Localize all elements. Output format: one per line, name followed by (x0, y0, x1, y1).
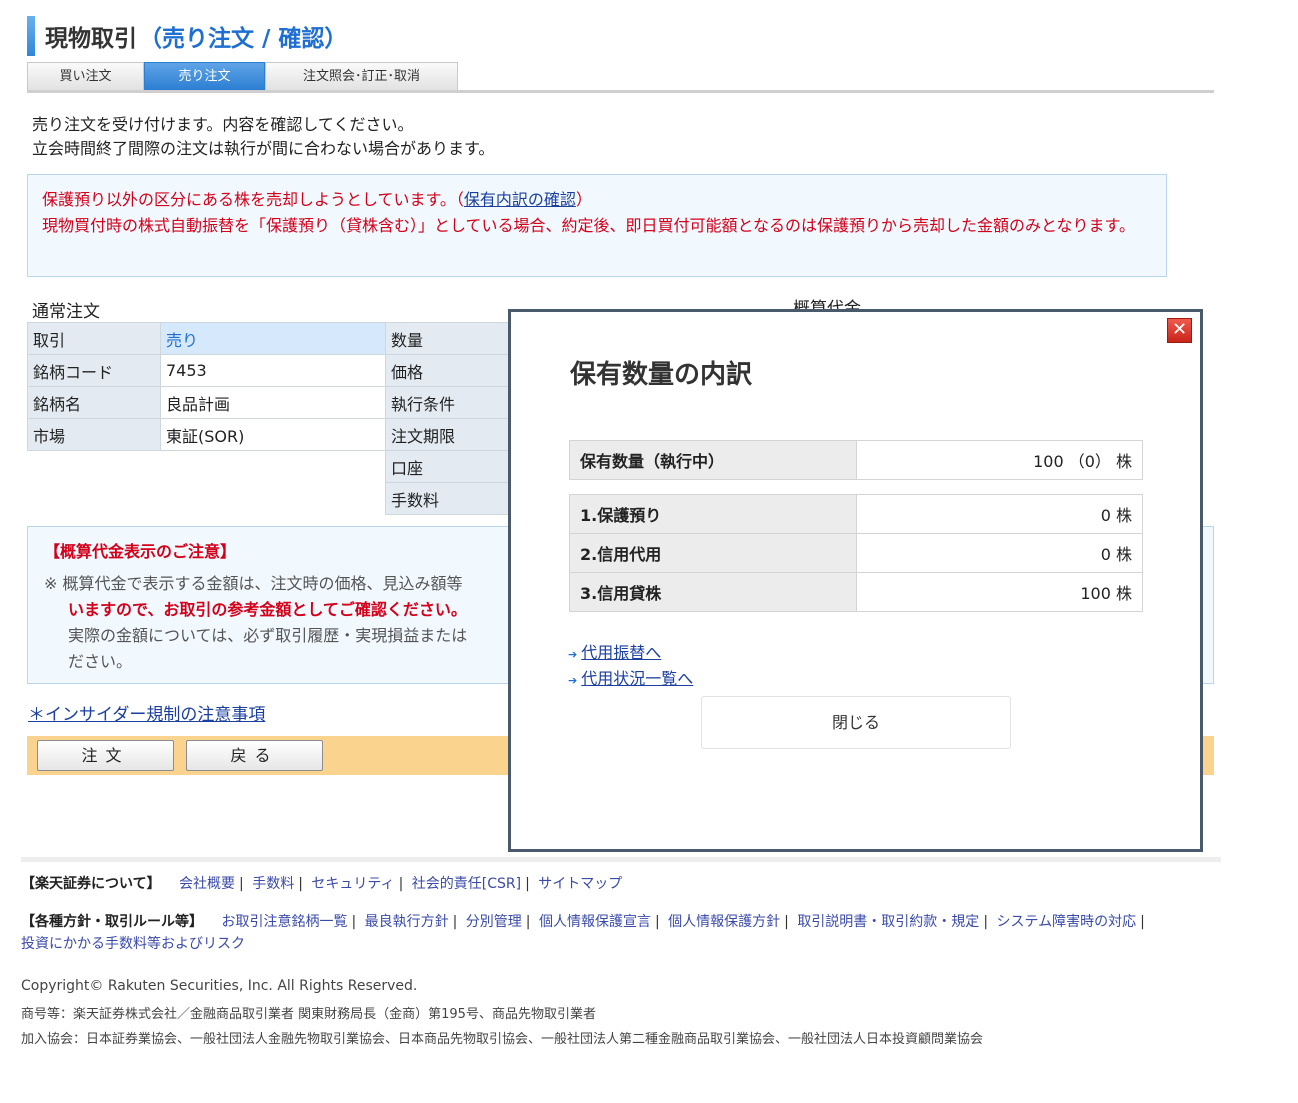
total-label: 保有数量（執行中） (569, 440, 857, 480)
footer-link[interactable]: 最良執行方針 (365, 914, 449, 930)
holding-breakdown-link[interactable]: 保有内訳の確認 (464, 190, 576, 209)
row-label: 市場 (27, 418, 161, 451)
holding-breakdown-modal: ✕ 保有数量の内訳 保有数量（執行中） 100 （0） 株 1.保護預り 0 株… (508, 309, 1203, 852)
close-icon[interactable]: ✕ (1167, 318, 1192, 343)
breakdown-label: 3.信用貸株 (569, 572, 857, 612)
footer-link[interactable]: 個人情報保護方針 (668, 914, 780, 930)
back-button[interactable]: 戻る (186, 740, 323, 771)
row-label: 銘柄名 (27, 386, 161, 419)
footer-link[interactable]: システム障害時の対応 (996, 914, 1136, 930)
caution-mark: ※ (44, 574, 58, 593)
tab-sell-order[interactable]: 売り注文 (144, 62, 265, 90)
row-value: 7453 (160, 354, 386, 387)
row-value: 売り (160, 322, 386, 355)
footer-link[interactable]: サイトマップ (538, 876, 622, 892)
table-row: 注文期限 (385, 418, 511, 451)
row-label: 取引 (27, 322, 161, 355)
footer-link[interactable]: 投資にかかる手数料等およびリスク (21, 936, 245, 952)
page: 現物取引 （売り注文 / 確認） 買い注文 売り注文 注文照会･訂正･取消 売り… (0, 0, 1298, 1103)
table-row: 2.信用代用 0 株 (569, 533, 1143, 573)
table-row: 銘柄名 良品計画 (27, 386, 386, 419)
insider-regulation-link[interactable]: ＊インサイダー規制の注意事項 (28, 700, 265, 725)
table-row: 3.信用貸株 100 株 (569, 572, 1143, 612)
holding-breakdown-table: 1.保護預り 0 株 2.信用代用 0 株 3.信用貸株 100 株 (569, 494, 1143, 612)
total-value: 100 （0） 株 (856, 440, 1143, 480)
table-row: 1.保護預り 0 株 (569, 494, 1143, 534)
order-button[interactable]: 注文 (37, 740, 174, 771)
table-row: 取引 売り (27, 322, 386, 355)
warning-line2: 現物買付時の株式自動振替を「保護預り（貸株含む）」としている場合、約定後、即日買… (42, 216, 1135, 235)
table-row: 手数料 (385, 482, 511, 515)
footer-link[interactable]: セキュリティ (311, 876, 394, 892)
title-main: 現物取引 (45, 26, 137, 52)
breakdown-label: 2.信用代用 (569, 533, 857, 573)
row-value: 東証(SOR) (160, 418, 386, 451)
order-table-right: 数量 価格 執行条件 注文期限 口座 手数料 (385, 322, 511, 515)
table-row: 価格 (385, 354, 511, 387)
copyright: Copyright© Rakuten Securities, Inc. All … (21, 978, 418, 994)
footer-about-head: 【楽天証券について】 (21, 876, 161, 892)
modal-title: 保有数量の内訳 (570, 360, 753, 390)
warning-box: 保護預り以外の区分にある株を売却しようとしています。（保有内訳の確認） 現物買付… (27, 174, 1167, 277)
close-button[interactable]: 閉じる (701, 696, 1011, 749)
tab-buy-order[interactable]: 買い注文 (27, 62, 144, 90)
table-row: 市場 東証(SOR) (27, 418, 386, 451)
association-info: 加入協会：日本証券業協会、一般社団法人金融先物取引業協会、日本商品先物取引協会、… (21, 1032, 984, 1047)
tab-order-inquiry[interactable]: 注文照会･訂正･取消 (265, 62, 458, 90)
footer-link[interactable]: お取引注意銘柄一覧 (221, 914, 347, 930)
tab-bar: 買い注文 売り注文 注文照会･訂正･取消 (27, 62, 1214, 93)
footer-divider (21, 857, 1221, 862)
footer-link[interactable]: 社会的責任[CSR] (412, 876, 521, 892)
link-text: 代用状況一覧へ (581, 669, 694, 688)
footer-rules-head: 【各種方針・取引ルール等】 (21, 914, 203, 930)
intro-line: 立会時間終了間際の注文は執行が間に合わない場合があります。 (32, 139, 495, 158)
caution-text: 概算代金で表示する金額は、注文時の価格、見込み額等 (62, 574, 463, 593)
link-text: 代用振替へ (581, 643, 662, 662)
footer-about: 【楽天証券について】 会社概要 | 手数料 | セキュリティ | 社会的責任[CSR]… (21, 876, 623, 892)
arrow-right-icon: ➔ (568, 674, 578, 687)
table-row: 執行条件 (385, 386, 511, 419)
breakdown-value: 0 株 (856, 494, 1143, 534)
table-row: 銘柄コード 7453 (27, 354, 386, 387)
table-row: 口座 (385, 450, 511, 483)
row-label: 口座 (385, 450, 511, 483)
warning-paren: ） (575, 190, 592, 209)
holding-total-table: 保有数量（執行中） 100 （0） 株 (569, 440, 1143, 480)
order-table-left: 取引 売り 銘柄コード 7453 銘柄名 良品計画 市場 東証(SOR) (27, 322, 386, 451)
table-row: 数量 (385, 322, 511, 355)
row-label: 数量 (385, 322, 511, 355)
substitute-status-link[interactable]: ➔ 代用状況一覧へ (568, 665, 693, 689)
row-label: 手数料 (385, 482, 511, 515)
breakdown-value: 0 株 (856, 533, 1143, 573)
row-label: 価格 (385, 354, 511, 387)
table-row: 保有数量（執行中） 100 （0） 株 (569, 440, 1143, 480)
intro-line: 売り注文を受け付けます。内容を確認してください。 (32, 115, 414, 134)
breakdown-label: 1.保護預り (569, 494, 857, 534)
warning-line1: 保護預り以外の区分にある株を売却しようとしています。（保有内訳の確認） (42, 187, 1152, 213)
intro-text: 売り注文を受け付けます。内容を確認してください。 立会時間終了間際の注文は執行が… (32, 113, 494, 161)
footer-rules: 【各種方針・取引ルール等】 お取引注意銘柄一覧 | 最良執行方針 | 分別管理 | 個… (21, 914, 1145, 952)
footer-link[interactable]: 個人情報保護宣言 (539, 914, 651, 930)
row-label: 注文期限 (385, 418, 511, 451)
company-info: 商号等：楽天証券株式会社／金融商品取引業者 関東財務局長（金商）第195号、商品… (21, 1007, 596, 1022)
footer-link[interactable]: 会社概要 (179, 876, 235, 892)
section-title: 通常注文 (32, 302, 100, 322)
title-accent-bar (27, 16, 35, 56)
substitute-transfer-link[interactable]: ➔ 代用振替へ (568, 639, 661, 663)
breakdown-value: 100 株 (856, 572, 1143, 612)
footer-link[interactable]: 手数料 (252, 876, 294, 892)
arrow-right-icon: ➔ (568, 648, 578, 661)
footer-link[interactable]: 取引説明書・取引約款・規定 (797, 914, 979, 930)
footer-link[interactable]: 分別管理 (466, 914, 522, 930)
warning-text: 保護預り以外の区分にある株を売却しようとしています。（ (42, 190, 464, 209)
row-value: 良品計画 (160, 386, 386, 419)
row-label: 執行条件 (385, 386, 511, 419)
page-title: 現物取引 （売り注文 / 確認） (27, 16, 347, 56)
title-subtitle: （売り注文 / 確認） (139, 26, 348, 52)
row-label: 銘柄コード (27, 354, 161, 387)
